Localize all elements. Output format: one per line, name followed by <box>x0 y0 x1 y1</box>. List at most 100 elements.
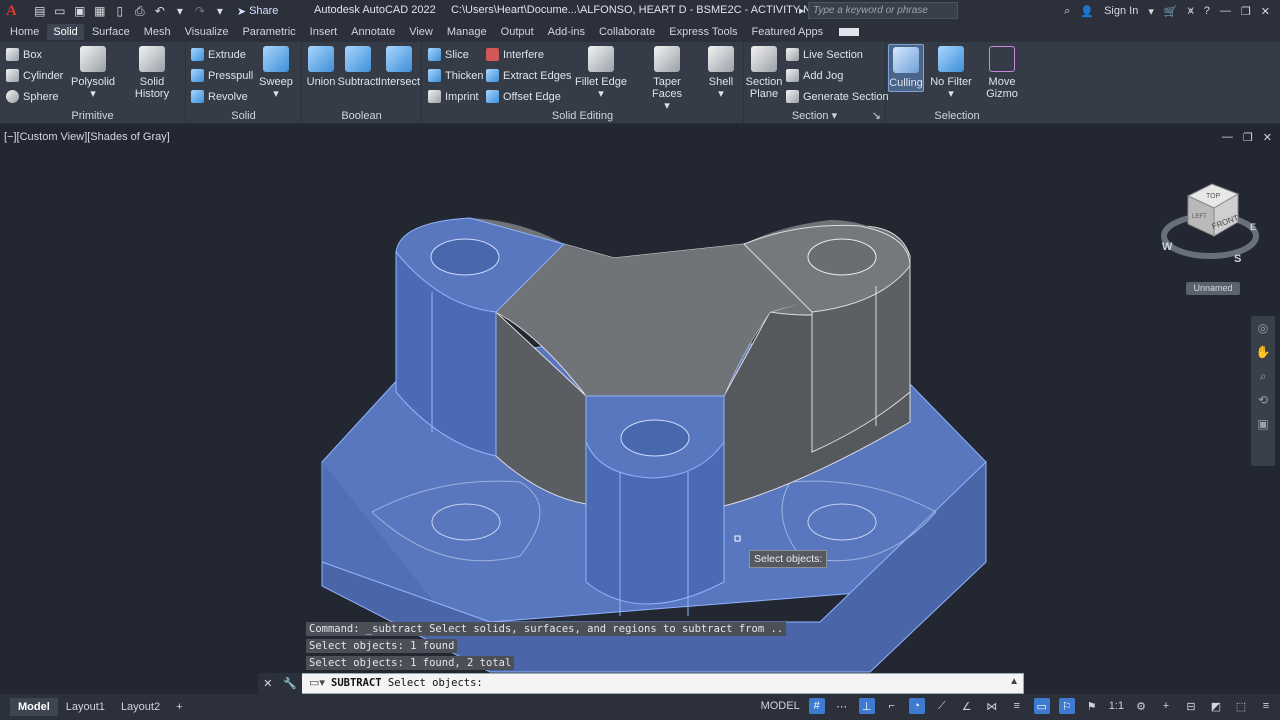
print-icon[interactable]: ⎙ <box>133 4 147 18</box>
navigation-bar[interactable]: ◎ ✋ ⌕ ⟲ ▣ <box>1251 316 1275 466</box>
slice-button[interactable]: Slice <box>428 48 469 61</box>
layout-tab-layout2[interactable]: Layout2 <box>113 698 168 716</box>
nav-orbit-icon[interactable]: ⟲ <box>1251 388 1275 412</box>
expand-arrow-icon[interactable]: ▸ <box>799 4 805 17</box>
fillet-edge-button[interactable]: Fillet Edge ▾ <box>574 46 628 100</box>
compass-south[interactable]: S <box>1234 253 1241 265</box>
selection-cycling-icon[interactable]: ▭ <box>1033 698 1050 714</box>
save-icon[interactable]: ▣ <box>73 4 87 18</box>
sphere-button[interactable]: Sphere <box>6 90 58 103</box>
tab-annotate[interactable]: Annotate <box>345 24 401 40</box>
isolate-objects-icon[interactable]: ⊟ <box>1183 698 1199 714</box>
command-close-icon[interactable]: ✕ <box>263 677 272 690</box>
imprint-button[interactable]: Imprint <box>428 90 479 103</box>
command-history-toggle-icon[interactable]: ▲ <box>1009 676 1019 687</box>
user-icon[interactable]: 👤 <box>1080 5 1094 18</box>
presspull-button[interactable]: Presspull <box>191 69 253 82</box>
nav-showmotion-icon[interactable]: ▣ <box>1251 412 1275 436</box>
object-snap-tracking-icon[interactable]: ∠ <box>959 698 975 714</box>
live-section-button[interactable]: Live Section <box>786 48 863 61</box>
annotation-autoscale-icon[interactable]: ⚑ <box>1084 698 1100 714</box>
nav-steering-wheel-icon[interactable]: ◎ <box>1251 316 1275 340</box>
add-icon[interactable]: + <box>1158 698 1174 714</box>
tab-add-ins[interactable]: Add-ins <box>542 24 591 40</box>
clean-screen-icon[interactable]: ⬚ <box>1233 698 1249 714</box>
command-customize-icon[interactable]: 🔧 <box>283 677 297 690</box>
intersect-button[interactable]: Intersect <box>378 46 420 88</box>
culling-button[interactable]: Culling <box>888 44 924 92</box>
layout-tab-layout1[interactable]: Layout1 <box>58 698 113 716</box>
panel-title-section[interactable]: Section ▾ ↘ <box>744 109 885 122</box>
undo-dropdown-icon[interactable]: ▾ <box>173 4 187 18</box>
thicken-button[interactable]: Thicken <box>428 69 484 82</box>
isodraft-icon[interactable]: ⟋ <box>934 698 950 714</box>
section-plane-button[interactable]: Section Plane <box>746 46 782 100</box>
dialog-launcher-icon[interactable]: ↘ <box>872 109 881 122</box>
generate-section-button[interactable]: Generate Section <box>786 90 889 103</box>
snap-icon[interactable]: ⋯ <box>834 698 850 714</box>
autocad-logo[interactable]: A <box>6 3 17 20</box>
new-file-icon[interactable]: ▤ <box>33 4 47 18</box>
revolve-button[interactable]: Revolve <box>191 90 248 103</box>
workspace-gear-icon[interactable]: ⚙ <box>1133 698 1149 714</box>
open-web-icon[interactable]: ▯ <box>113 4 127 18</box>
autodesk-app-icon[interactable]: ⩙ <box>1188 5 1194 18</box>
nav-zoom-icon[interactable]: ⌕ <box>1251 364 1275 388</box>
no-filter-button[interactable]: No Filter ▾ <box>930 46 972 100</box>
polysolid-button[interactable]: Polysolid ▾ <box>71 46 115 100</box>
tab-mesh[interactable]: Mesh <box>138 24 177 40</box>
sign-in-link[interactable]: Sign In <box>1104 5 1138 17</box>
nav-pan-icon[interactable]: ✋ <box>1251 340 1275 364</box>
object-snap-icon[interactable]: ⋈ <box>984 698 1000 714</box>
extrude-button[interactable]: Extrude <box>191 48 246 61</box>
sign-in-dropdown-icon[interactable]: ▾ <box>1148 5 1154 18</box>
infer-constraints-icon[interactable]: ⊥ <box>858 698 875 714</box>
add-jog-button[interactable]: Add Jog <box>786 69 843 82</box>
tab-collaborate[interactable]: Collaborate <box>593 24 661 40</box>
box-button[interactable]: Box <box>6 48 42 61</box>
hardware-acceleration-icon[interactable]: ◩ <box>1208 698 1224 714</box>
cylinder-button[interactable]: Cylinder <box>6 69 63 82</box>
redo-dropdown-icon[interactable]: ▾ <box>213 4 227 18</box>
lineweight-icon[interactable]: ≡ <box>1009 698 1025 714</box>
move-gizmo-button[interactable]: Move Gizmo <box>982 46 1022 100</box>
interfere-button[interactable]: Interfere <box>486 48 544 61</box>
dynamic-input-icon[interactable]: ⌐ <box>884 698 900 714</box>
tab-home[interactable]: Home <box>4 24 45 40</box>
tab-featured-apps[interactable]: Featured Apps <box>746 24 830 40</box>
ribbon-minimize-icon[interactable] <box>839 28 860 36</box>
layout-tab-model[interactable]: Model <box>10 698 58 716</box>
tab-surface[interactable]: Surface <box>86 24 136 40</box>
close-icon[interactable]: ✕ <box>1261 5 1270 18</box>
sweep-button[interactable]: Sweep ▾ <box>258 46 294 100</box>
shell-button[interactable]: Shell ▾ <box>706 46 736 100</box>
compass-east[interactable]: E <box>1250 222 1256 232</box>
command-input[interactable]: SUBTRACT Select objects: <box>331 677 483 689</box>
redo-icon[interactable]: ↷ <box>193 4 207 18</box>
open-folder-icon[interactable]: ▭ <box>53 4 67 18</box>
extract-edges-button[interactable]: Extract Edges <box>486 69 571 82</box>
command-prompt-icon[interactable]: ▭▾ <box>309 676 325 689</box>
tab-manage[interactable]: Manage <box>441 24 493 40</box>
restore-icon[interactable]: ❐ <box>1241 5 1251 18</box>
union-button[interactable]: Union <box>304 46 338 88</box>
drawing-viewport[interactable]: [−][Custom View][Shades of Gray] — ❐ ✕ T… <box>0 126 1280 692</box>
tab-solid[interactable]: Solid <box>47 24 84 40</box>
polar-tracking-icon[interactable]: ◔ <box>908 698 925 714</box>
annotation-visibility-icon[interactable]: ⚐ <box>1058 698 1075 714</box>
subtract-button[interactable]: Subtract <box>338 46 378 88</box>
compass-west[interactable]: W <box>1162 241 1173 253</box>
solid-history-button[interactable]: Solid History <box>122 46 182 100</box>
ucs-menu[interactable]: Unnamed <box>1186 282 1240 295</box>
cart-icon[interactable]: 🛒 <box>1164 5 1178 18</box>
minimize-icon[interactable]: — <box>1220 5 1231 17</box>
search-icon[interactable]: ⌕ <box>1064 5 1070 18</box>
tab-insert[interactable]: Insert <box>304 24 344 40</box>
annotation-scale[interactable]: 1:1 <box>1109 700 1124 712</box>
customization-menu-icon[interactable]: ≡ <box>1258 698 1274 714</box>
tab-parametric[interactable]: Parametric <box>236 24 301 40</box>
taper-faces-button[interactable]: Taper Faces ▾ <box>638 46 696 112</box>
undo-icon[interactable]: ↶ <box>153 4 167 18</box>
help-icon[interactable]: ? <box>1204 5 1210 17</box>
add-layout-icon[interactable]: + <box>168 698 190 716</box>
